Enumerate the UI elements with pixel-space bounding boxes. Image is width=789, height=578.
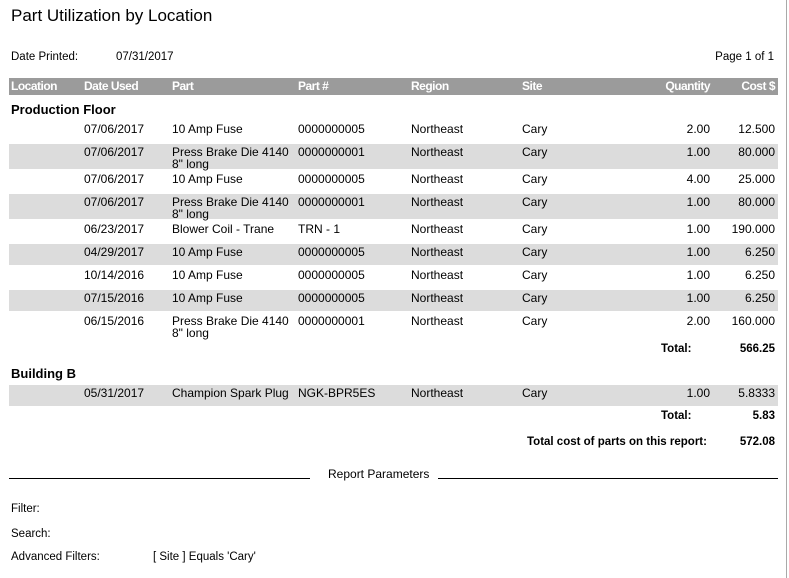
cost-cell: 190.000 [731, 222, 775, 236]
date-used-cell: 06/15/2016 [84, 314, 145, 328]
quantity-cell: 4.00 [686, 172, 710, 186]
col-header-region: Region [411, 79, 449, 93]
part-number-cell: NGK-BPR5ES [298, 386, 376, 400]
group-total-label: Total: [661, 410, 692, 422]
search-label: Search: [11, 528, 51, 540]
part-number-cell: 0000000001 [298, 145, 365, 159]
group-title: Production Floor [11, 102, 116, 117]
part-number-cell: 0000000001 [298, 314, 365, 328]
part-cell: Press Brake Die 4140 8" long [172, 145, 289, 171]
part-number-cell: 0000000005 [298, 291, 365, 305]
cost-cell: 80.000 [738, 195, 775, 209]
quantity-cell: 1.00 [686, 268, 710, 282]
part-number-cell: 0000000001 [298, 195, 365, 209]
col-header-part-number: Part # [298, 79, 329, 93]
cost-cell: 160.000 [731, 314, 775, 328]
separator-left [9, 478, 310, 479]
region-cell: Northeast [411, 145, 464, 159]
report-title: Part Utilization by Location [11, 6, 213, 25]
date-used-cell: 07/15/2016 [84, 291, 145, 305]
quantity-cell: 1.00 [686, 195, 710, 209]
part-number-cell: 0000000005 [298, 172, 365, 186]
part-cell: 10 Amp Fuse [172, 172, 243, 186]
site-cell: Cary [522, 122, 548, 136]
site-cell: Cary [522, 222, 548, 236]
separator-right [438, 478, 778, 479]
region-cell: Northeast [411, 195, 464, 209]
advanced-filters-value: [ Site ] Equals 'Cary' [153, 551, 256, 563]
part-cell: 10 Amp Fuse [172, 122, 243, 136]
part-number-cell: 0000000005 [298, 122, 365, 136]
site-cell: Cary [522, 291, 548, 305]
part-number-cell: TRN - 1 [298, 222, 340, 236]
quantity-cell: 1.00 [686, 291, 710, 305]
region-cell: Northeast [411, 291, 464, 305]
quantity-cell: 1.00 [686, 386, 710, 400]
col-header-date-used: Date Used [84, 79, 139, 93]
grand-total-value: 572.08 [739, 436, 775, 448]
site-cell: Cary [522, 195, 548, 209]
filter-label: Filter: [11, 503, 40, 515]
quantity-cell: 1.00 [686, 145, 710, 159]
cost-cell: 5.8333 [738, 386, 775, 400]
region-cell: Northeast [411, 314, 464, 328]
date-used-cell: 04/29/2017 [84, 245, 145, 259]
date-used-cell: 07/06/2017 [84, 195, 145, 209]
part-cell: Press Brake Die 4140 8" long [172, 195, 289, 221]
site-cell: Cary [522, 268, 548, 282]
part-number-cell: 0000000005 [298, 245, 365, 259]
date-used-cell: 07/06/2017 [84, 122, 145, 136]
cost-cell: 6.250 [744, 245, 775, 259]
report-parameters-heading: Report Parameters [328, 467, 430, 481]
col-header-location: Location [11, 79, 58, 93]
part-cell: Press Brake Die 4140 8" long [172, 314, 289, 340]
site-cell: Cary [522, 314, 548, 328]
cost-cell: 12.500 [738, 122, 775, 136]
cost-cell: 6.250 [744, 291, 775, 305]
site-cell: Cary [522, 145, 548, 159]
group-total-value: 5.83 [752, 410, 775, 422]
region-cell: Northeast [411, 122, 464, 136]
cost-cell: 25.000 [738, 172, 775, 186]
part-cell: 10 Amp Fuse [172, 245, 243, 259]
report-frame-border [786, 0, 787, 578]
date-used-cell: 05/31/2017 [84, 386, 145, 400]
date-printed-label: Date Printed: [11, 51, 79, 63]
date-used-cell: 06/23/2017 [84, 222, 145, 236]
part-number-cell: 0000000005 [298, 268, 365, 282]
col-header-site: Site [522, 79, 543, 93]
col-header-cost: Cost $ [741, 79, 775, 93]
part-cell: 10 Amp Fuse [172, 268, 243, 282]
region-cell: Northeast [411, 268, 464, 282]
part-cell: 10 Amp Fuse [172, 291, 243, 305]
site-cell: Cary [522, 245, 548, 259]
page-number: Page 1 of 1 [715, 51, 774, 63]
quantity-cell: 2.00 [686, 314, 710, 328]
date-used-cell: 10/14/2016 [84, 268, 145, 282]
col-header-quantity: Quantity [665, 79, 710, 93]
region-cell: Northeast [411, 245, 464, 259]
grand-total-label: Total cost of parts on this report: [527, 436, 707, 448]
date-used-cell: 07/06/2017 [84, 172, 145, 186]
site-cell: Cary [522, 386, 548, 400]
cost-cell: 6.250 [744, 268, 775, 282]
col-header-part: Part [172, 79, 194, 93]
part-cell: Champion Spark Plug [172, 386, 289, 400]
date-printed-value: 07/31/2017 [116, 51, 174, 63]
group-total-value: 566.25 [739, 343, 775, 355]
region-cell: Northeast [411, 386, 464, 400]
quantity-cell: 1.00 [686, 245, 710, 259]
quantity-cell: 2.00 [686, 122, 710, 136]
group-total-label: Total: [661, 343, 692, 355]
quantity-cell: 1.00 [686, 222, 710, 236]
cost-cell: 80.000 [738, 145, 775, 159]
region-cell: Northeast [411, 222, 464, 236]
part-cell: Blower Coil - Trane [172, 222, 275, 236]
group-title: Building B [11, 366, 76, 381]
site-cell: Cary [522, 172, 548, 186]
date-used-cell: 07/06/2017 [84, 145, 145, 159]
advanced-filters-label: Advanced Filters: [11, 551, 100, 563]
region-cell: Northeast [411, 172, 464, 186]
